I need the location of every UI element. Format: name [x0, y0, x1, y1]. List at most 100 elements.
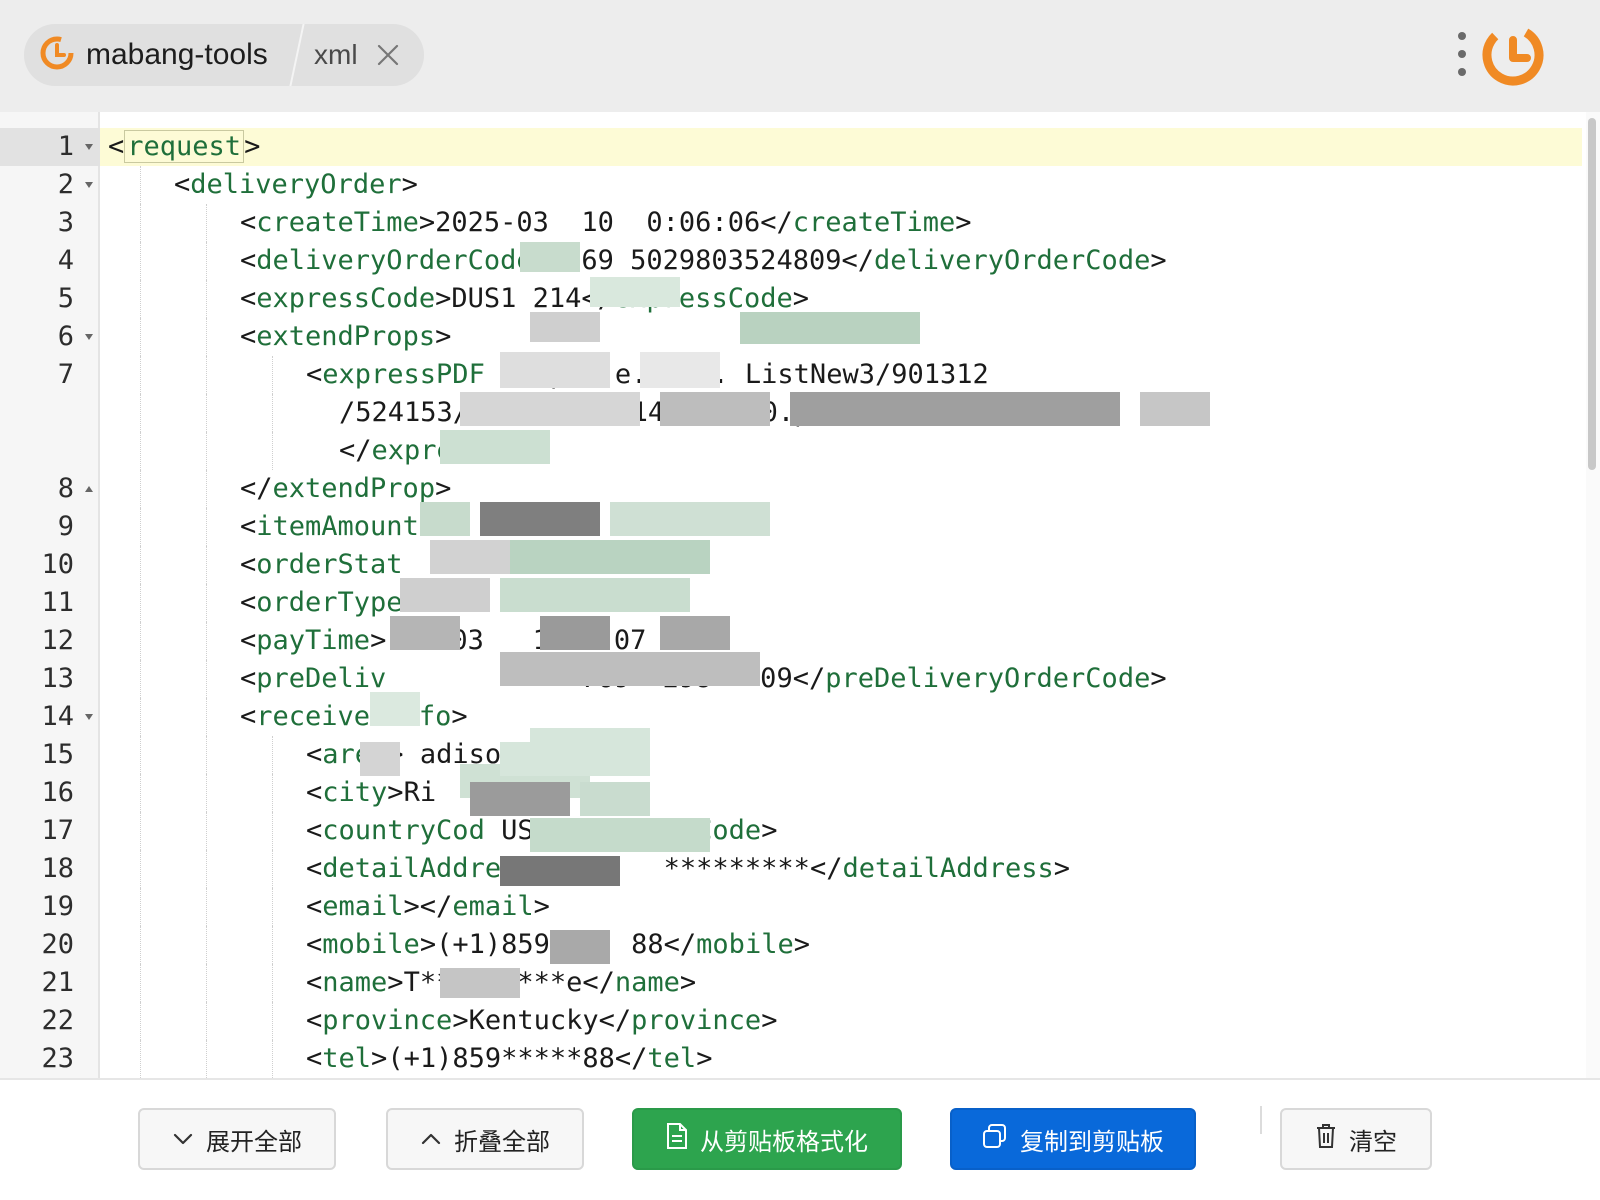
- fold-arrow-down-icon[interactable]: [84, 698, 96, 736]
- fold-arrow-up-icon[interactable]: [84, 470, 96, 508]
- xml-punctuation: >: [418, 207, 436, 238]
- indent-guide: [140, 660, 141, 698]
- fold-arrow-down-icon[interactable]: [84, 318, 96, 356]
- code-text: <orderStat: [240, 546, 403, 584]
- xml-tag-name: tel: [647, 1043, 697, 1074]
- tab-mabang-tools[interactable]: mabang-tools: [24, 24, 292, 86]
- tab-xml[interactable]: xml: [298, 24, 400, 86]
- line-number: 10: [41, 549, 74, 580]
- collapse-all-button[interactable]: 折叠全部: [386, 1108, 584, 1170]
- xml-punctuation: >: [1053, 853, 1071, 884]
- code-line[interactable]: 5 <expressCode>DUS1 214</expressCode>: [0, 280, 1582, 318]
- xml-text: 2025-03 10 0:06:06: [435, 207, 761, 238]
- line-number: 15: [41, 739, 74, 770]
- code-line[interactable]: 4 <deliveryOrderCode 5769 5029803524809</…: [0, 242, 1582, 280]
- code-line[interactable]: 22 <province>Kentucky</province>: [0, 1002, 1582, 1040]
- code-lines: 1 < request >2 <deliveryOrder> 3 <createTime>2…: [0, 128, 1582, 1078]
- xml-text: 769 298 09: [386, 663, 793, 694]
- code-line[interactable]: 13 <preDeliv 769 298 09</preDeliveryOrder…: [0, 660, 1582, 698]
- xml-punctuation: >: [1150, 663, 1167, 694]
- xml-tag-name: expressCode: [256, 283, 436, 314]
- close-tab-icon[interactable]: [376, 43, 400, 67]
- code-line[interactable]: 17 <countryCod US</co Code>: [0, 812, 1582, 850]
- code-line[interactable]: 8 </extendProp>: [0, 470, 1582, 508]
- copy-to-clipboard-label: 复制到剪贴板: [1020, 1128, 1164, 1156]
- tab-group: mabang-tools xml: [24, 24, 424, 86]
- code-editor[interactable]: 1 < request >2 <deliveryOrder> 3 <createTime>2…: [0, 112, 1600, 1078]
- code-text: <name>T***a M***e</name>: [306, 964, 696, 1002]
- xml-text: K: [402, 587, 452, 618]
- fold-arrow-down-icon[interactable]: [84, 128, 96, 166]
- code-line[interactable]: 2 <deliveryOrder>: [0, 166, 1582, 204]
- xml-text: 03 1 :07: [386, 625, 647, 656]
- code-line[interactable]: 12 <payTime> 03 1 :07: [0, 622, 1582, 660]
- code-line[interactable]: 23 <tel>(+1)859*****88</tel>: [0, 1040, 1582, 1078]
- expand-all-button[interactable]: 展开全部: [138, 1108, 336, 1170]
- xml-punctuation: >: [533, 891, 550, 922]
- code-line[interactable]: 20 <mobile>(+1)859 88</mobile>: [0, 926, 1582, 964]
- code-line[interactable]: 3 <createTime>2025-03 10 0:06:06</createT…: [0, 204, 1582, 242]
- code-line[interactable]: </expre: [0, 432, 1582, 470]
- tab-title: mabang-tools: [86, 38, 268, 71]
- indent-guide: [140, 508, 141, 546]
- code-line[interactable]: 1 < request >: [0, 128, 1582, 166]
- indent-guide: [140, 812, 141, 850]
- code-line[interactable]: 7 <expressPDF ...pri e.m ... ListNew3/901…: [0, 356, 1582, 394]
- indent-guide: [140, 470, 141, 508]
- copy-to-clipboard-button[interactable]: 复制到剪贴板: [950, 1108, 1196, 1170]
- indent-guide: [140, 584, 141, 622]
- line-number: 13: [41, 663, 74, 694]
- xml-punctuation: >: [435, 321, 452, 352]
- xml-punctuation: <: [306, 815, 323, 846]
- xml-punctuation: >: [761, 1005, 778, 1036]
- xml-tag-name: preDeliv: [256, 663, 387, 694]
- xml-punctuation: <: [306, 777, 323, 808]
- more-options-icon[interactable]: [1452, 32, 1472, 76]
- code-line[interactable]: 6 <extendProps>: [0, 318, 1582, 356]
- code-line[interactable]: 16 <city>Ri: [0, 774, 1582, 812]
- clear-button[interactable]: 清空: [1280, 1108, 1432, 1170]
- xml-punctuation: >: [419, 929, 437, 960]
- xml-punctuation: <: [108, 131, 125, 162]
- xml-punctuation: >: [401, 169, 418, 200]
- indent-guide: [206, 1040, 207, 1078]
- code-text: <province>Kentucky</province>: [306, 1002, 777, 1040]
- xml-punctuation: >: [387, 777, 404, 808]
- xml-punctuation: </: [614, 1043, 648, 1074]
- brand-logo-icon[interactable]: [1480, 22, 1546, 93]
- code-line[interactable]: 21 <name>T***a M***e</name>: [0, 964, 1582, 1002]
- indent-guide: [272, 888, 273, 926]
- indent-guide: [206, 470, 207, 508]
- xml-text: (+1)859*****88: [387, 1043, 615, 1074]
- xml-punctuation: </: [533, 815, 567, 846]
- xml-punctuation: >: [696, 1043, 713, 1074]
- code-text: <extendProps>: [240, 318, 451, 356]
- code-line[interactable]: 10 <orderStat: [0, 546, 1582, 584]
- code-line[interactable]: 9 <itemAmount: [0, 508, 1582, 546]
- code-line[interactable]: 18 <detailAddres *********</detailAddress…: [0, 850, 1582, 888]
- chevron-down-icon: [172, 1125, 194, 1153]
- code-text: <orderType K: [240, 584, 451, 622]
- format-from-clipboard-button[interactable]: 从剪贴板格式化: [632, 1108, 902, 1170]
- fold-arrow-down-icon[interactable]: [84, 166, 96, 204]
- indent-guide: [206, 660, 207, 698]
- xml-punctuation: >: [452, 1005, 469, 1036]
- copy-icon: [982, 1123, 1008, 1156]
- code-text: <city>Ri: [306, 774, 436, 812]
- code-line[interactable]: 19 <email></email>: [0, 888, 1582, 926]
- expand-all-label: 展开全部: [206, 1128, 302, 1156]
- code-text: <payTime> 03 1 :07: [240, 622, 646, 660]
- code-line[interactable]: 11 <orderType K: [0, 584, 1582, 622]
- indent-guide: [140, 964, 141, 1002]
- xml-punctuation: <: [240, 549, 257, 580]
- xml-punctuation: ></: [403, 891, 453, 922]
- indent-guide: [206, 622, 207, 660]
- xml-text: (+1)859 88: [436, 929, 664, 960]
- xml-tag-name: province: [631, 1005, 762, 1036]
- xml-punctuation: </: [581, 283, 614, 314]
- code-line[interactable]: 15 <area> adiso: [0, 736, 1582, 774]
- code-line[interactable]: 14 <receiver nfo>: [0, 698, 1582, 736]
- scrollbar-thumb[interactable]: [1588, 118, 1596, 470]
- line-number: [0, 394, 100, 432]
- code-line[interactable]: /524153/ ... US102140035040.pdf: [0, 394, 1582, 432]
